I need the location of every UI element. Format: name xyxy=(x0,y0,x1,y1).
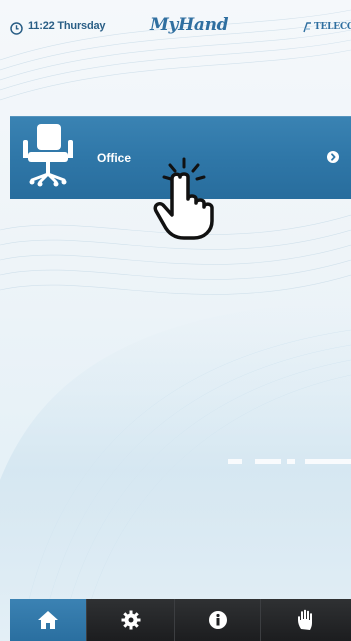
tab-settings[interactable] xyxy=(86,599,174,641)
tab-home[interactable] xyxy=(10,599,86,641)
telecom-mark-icon xyxy=(303,22,311,33)
myhand-logo: MyHand xyxy=(150,15,229,35)
office-chair-icon xyxy=(23,124,73,187)
clock-icon xyxy=(10,22,23,35)
status-bar: 11:22 Thursday MyHand TELECO xyxy=(0,0,351,70)
tap-hand-icon xyxy=(153,157,214,240)
tab-info[interactable] xyxy=(174,599,260,641)
time-text: 11:22 Thursday xyxy=(28,20,106,32)
telecom-logo: TELECO xyxy=(303,20,351,34)
info-icon xyxy=(208,611,227,629)
app-screen: 11:22 Thursday MyHand TELECO Office xyxy=(0,0,351,641)
chevron-right-icon xyxy=(327,151,339,163)
menu-item-label: Office xyxy=(97,151,132,165)
telecom-text: TELECO xyxy=(314,22,351,32)
background-waves xyxy=(0,9,351,641)
tab-hand[interactable] xyxy=(260,599,351,641)
bottom-tab-bar xyxy=(10,599,351,641)
home-icon xyxy=(38,611,58,629)
gear-icon xyxy=(121,610,140,630)
hand-icon xyxy=(298,609,312,630)
